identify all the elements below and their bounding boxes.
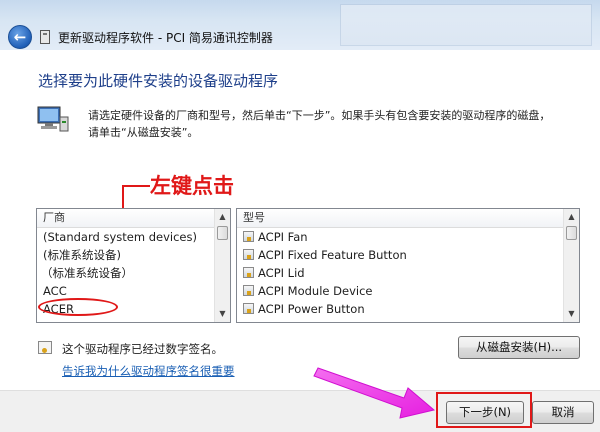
annotation-line-horizontal bbox=[122, 185, 150, 187]
signature-info-link[interactable]: 告诉我为什么驱动程序签名很重要 bbox=[62, 363, 235, 379]
model-item[interactable]: ACPI Power Button bbox=[237, 300, 579, 318]
driver-package-icon bbox=[243, 231, 254, 242]
page-heading: 选择要为此硬件安装的设备驱动程序 bbox=[38, 72, 279, 90]
annotation-label: 左键点击 bbox=[150, 174, 234, 198]
signature-text: 这个驱动程序已经过数字签名。 bbox=[62, 342, 223, 356]
scroll-thumb[interactable] bbox=[566, 226, 577, 240]
back-arrow-icon[interactable]: ← bbox=[8, 25, 32, 49]
model-item-label: ACPI Fan bbox=[258, 230, 308, 244]
signed-driver-icon bbox=[38, 341, 52, 354]
driver-package-icon bbox=[243, 285, 254, 296]
title-bar: ← 更新驱动程序软件 - PCI 简易通讯控制器 bbox=[0, 0, 600, 50]
instructions-text: 请选定硬件设备的厂商和型号，然后单击“下一步”。如果手头有包含要安装的驱动程序的… bbox=[88, 107, 588, 141]
annotation-arrow-icon bbox=[313, 367, 436, 419]
model-item-label: ACPI Fixed Feature Button bbox=[258, 248, 407, 262]
annotation-highlight-box bbox=[436, 392, 532, 428]
manufacturer-scrollbar[interactable]: ▲ ▼ bbox=[214, 209, 230, 322]
instructions-line-1: 请选定硬件设备的厂商和型号，然后单击“下一步”。如果手头有包含要安装的驱动程序的… bbox=[88, 109, 551, 122]
model-header: 型号 bbox=[237, 209, 579, 228]
background-window bbox=[340, 4, 592, 46]
model-scrollbar[interactable]: ▲ ▼ bbox=[563, 209, 579, 322]
manufacturer-item[interactable]: (标准系统设备) bbox=[37, 246, 230, 264]
driver-package-icon bbox=[243, 267, 254, 278]
model-item[interactable]: ACPI Module Device bbox=[237, 282, 579, 300]
manufacturer-item[interactable]: (Standard system devices) bbox=[37, 228, 230, 246]
scroll-up-icon[interactable]: ▲ bbox=[564, 209, 579, 225]
model-listbox[interactable]: 型号 ACPI Fan ACPI Fixed Feature Button AC… bbox=[236, 208, 580, 323]
annotation-ellipse bbox=[38, 298, 118, 316]
dialog-content: 选择要为此硬件安装的设备驱动程序 请选定硬件设备的厂商和型号，然后单击“下一步”… bbox=[0, 50, 600, 390]
manufacturer-header: 厂商 bbox=[37, 209, 230, 228]
computer-hardware-icon bbox=[37, 106, 69, 132]
scroll-thumb[interactable] bbox=[217, 226, 228, 240]
pci-device-icon bbox=[40, 30, 50, 44]
scroll-down-icon[interactable]: ▼ bbox=[215, 306, 230, 322]
scroll-down-icon[interactable]: ▼ bbox=[564, 306, 579, 322]
instructions-line-2: 请单击“从磁盘安装”。 bbox=[88, 126, 199, 139]
model-item[interactable]: ACPI Fan bbox=[237, 228, 579, 246]
driver-package-icon bbox=[243, 249, 254, 260]
have-disk-button[interactable]: 从磁盘安装(H)... bbox=[458, 336, 580, 359]
model-item[interactable]: ACPI Lid bbox=[237, 264, 579, 282]
model-item-label: ACPI Lid bbox=[258, 266, 305, 280]
model-item[interactable]: ACPI Fixed Feature Button bbox=[237, 246, 579, 264]
model-item-label: ACPI Power Button bbox=[258, 302, 365, 316]
manufacturer-item[interactable]: （标准系统设备） bbox=[37, 264, 230, 282]
cancel-button[interactable]: 取消 bbox=[532, 401, 594, 424]
model-item-label: ACPI Module Device bbox=[258, 284, 373, 298]
window-title: 更新驱动程序软件 - PCI 简易通讯控制器 bbox=[58, 31, 273, 45]
driver-package-icon bbox=[243, 303, 254, 314]
scroll-up-icon[interactable]: ▲ bbox=[215, 209, 230, 225]
manufacturer-item[interactable]: ACC bbox=[37, 282, 230, 300]
